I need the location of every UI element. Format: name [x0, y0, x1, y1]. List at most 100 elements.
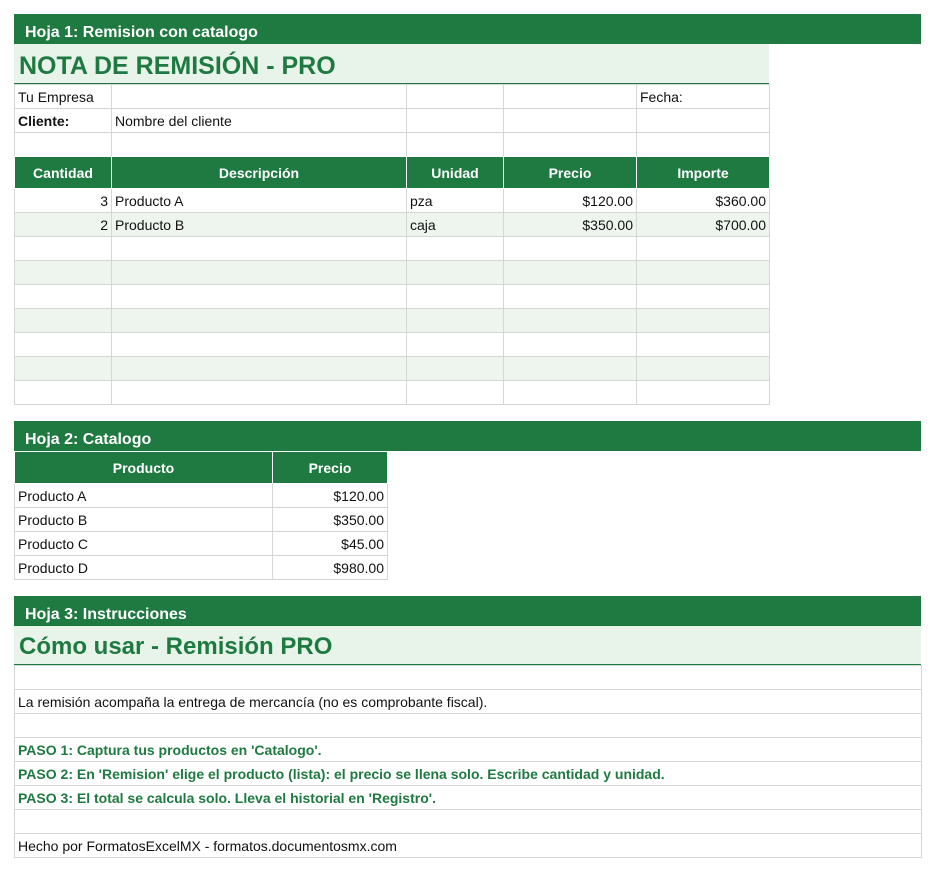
sheet3-banner: Hoja 3: Instrucciones: [14, 596, 921, 626]
table-row: [14, 332, 770, 357]
table-row: Producto A $120.00: [14, 483, 388, 508]
empty-cell[interactable]: [636, 308, 770, 333]
empty-cell[interactable]: [503, 356, 637, 381]
table-row: [14, 260, 770, 285]
price-cell[interactable]: $45.00: [272, 531, 388, 556]
price-cell[interactable]: $120.00: [272, 483, 388, 508]
empty-cell[interactable]: [406, 308, 504, 333]
empty-cell[interactable]: [111, 380, 407, 405]
table-row: 2 Producto B caja $350.00 $700.00: [14, 212, 770, 237]
qty-cell[interactable]: 3: [14, 188, 112, 213]
empty-cell[interactable]: [14, 236, 112, 261]
product-cell[interactable]: Producto A: [14, 483, 273, 508]
empty-cell[interactable]: [14, 809, 922, 834]
table-row: [14, 308, 770, 333]
sheet2-banner: Hoja 2: Catalogo: [14, 421, 921, 451]
price-cell: $350.00: [503, 212, 637, 237]
empty-cell[interactable]: [14, 260, 112, 285]
client-value[interactable]: Nombre del cliente: [111, 108, 407, 133]
empty-cell[interactable]: [111, 284, 407, 309]
table-row: 3 Producto A pza $120.00 $360.00: [14, 188, 770, 213]
empty-cell[interactable]: [636, 236, 770, 261]
empty-cell[interactable]: [111, 356, 407, 381]
empty-cell[interactable]: [14, 380, 112, 405]
blank-cell[interactable]: [406, 132, 504, 157]
date-value-cell[interactable]: [636, 108, 770, 133]
empty-cell[interactable]: [14, 713, 922, 738]
table-row: [14, 380, 770, 405]
empty-cell[interactable]: [111, 332, 407, 357]
price-cell[interactable]: $350.00: [272, 507, 388, 532]
company-value-cell[interactable]: [111, 84, 407, 109]
step-1-text: PASO 1: Captura tus productos en 'Catalo…: [14, 737, 922, 762]
empty-cell[interactable]: [636, 260, 770, 285]
empty-cell[interactable]: [406, 380, 504, 405]
table-row: Producto B $350.00: [14, 507, 388, 532]
desc-cell[interactable]: Producto A: [111, 188, 407, 213]
step-2-text: PASO 2: En 'Remision' elige el producto …: [14, 761, 922, 786]
empty-cell[interactable]: [111, 236, 407, 261]
header-importe: Importe: [636, 156, 770, 189]
empty-cell[interactable]: [503, 284, 637, 309]
empty-cell[interactable]: [636, 356, 770, 381]
instructions-table: La remisión acompaña la entrega de merca…: [14, 665, 922, 858]
table-row: [14, 356, 770, 381]
sheet1-banner: Hoja 1: Remision con catalogo: [14, 14, 921, 44]
empty-cell[interactable]: [14, 665, 922, 690]
catalog-table: Producto Precio Producto A $120.00 Produ…: [14, 451, 388, 580]
desc-cell[interactable]: Producto B: [111, 212, 407, 237]
footer-credit: Hecho por FormatosExcelMX - formatos.doc…: [14, 833, 922, 858]
price-cell[interactable]: $980.00: [272, 555, 388, 580]
empty-cell[interactable]: [406, 260, 504, 285]
amount-cell: $700.00: [636, 212, 770, 237]
empty-cell[interactable]: [14, 332, 112, 357]
empty-cell[interactable]: [14, 284, 112, 309]
header-precio: Precio: [503, 156, 637, 189]
empty-cell[interactable]: [503, 380, 637, 405]
empty-cell[interactable]: [503, 308, 637, 333]
amount-cell: $360.00: [636, 188, 770, 213]
product-cell[interactable]: Producto C: [14, 531, 273, 556]
product-cell[interactable]: Producto B: [14, 507, 273, 532]
price-cell: $120.00: [503, 188, 637, 213]
empty-cell[interactable]: [636, 284, 770, 309]
empty-cell[interactable]: [636, 380, 770, 405]
blank-cell[interactable]: [503, 132, 637, 157]
empty-cell[interactable]: [503, 236, 637, 261]
step-3-text: PASO 3: El total se calcula solo. Lleva …: [14, 785, 922, 810]
remision-items-table: Cantidad Descripción Unidad Precio Impor…: [14, 156, 770, 405]
header-cantidad: Cantidad: [14, 156, 112, 189]
blank-cell[interactable]: [14, 132, 112, 157]
client-label: Cliente:: [14, 108, 112, 133]
empty-cell[interactable]: [111, 260, 407, 285]
empty-cell[interactable]: [503, 260, 637, 285]
blank-cell[interactable]: [111, 132, 407, 157]
empty-cell[interactable]: [14, 308, 112, 333]
blank-cell[interactable]: [503, 108, 637, 133]
blank-cell[interactable]: [503, 84, 637, 109]
table-row: [14, 236, 770, 261]
intro-text: La remisión acompaña la entrega de merca…: [14, 689, 922, 714]
empty-cell[interactable]: [111, 308, 407, 333]
product-cell[interactable]: Producto D: [14, 555, 273, 580]
table-row: [14, 284, 770, 309]
table-row: Producto D $980.00: [14, 555, 388, 580]
remision-header-table: Tu Empresa Fecha: Cliente: Nombre del cl…: [14, 84, 770, 157]
empty-cell[interactable]: [406, 356, 504, 381]
date-label: Fecha:: [636, 84, 770, 109]
unit-cell[interactable]: pza: [406, 188, 504, 213]
empty-cell[interactable]: [406, 332, 504, 357]
empty-cell[interactable]: [503, 332, 637, 357]
unit-cell[interactable]: caja: [406, 212, 504, 237]
empty-cell[interactable]: [636, 332, 770, 357]
sheet1-title: NOTA DE REMISIÓN - PRO: [14, 44, 769, 84]
blank-cell[interactable]: [406, 84, 504, 109]
company-label: Tu Empresa: [14, 84, 112, 109]
empty-cell[interactable]: [406, 236, 504, 261]
header-precio: Precio: [272, 451, 388, 484]
qty-cell[interactable]: 2: [14, 212, 112, 237]
empty-cell[interactable]: [14, 356, 112, 381]
blank-cell[interactable]: [636, 132, 770, 157]
empty-cell[interactable]: [406, 284, 504, 309]
blank-cell[interactable]: [406, 108, 504, 133]
